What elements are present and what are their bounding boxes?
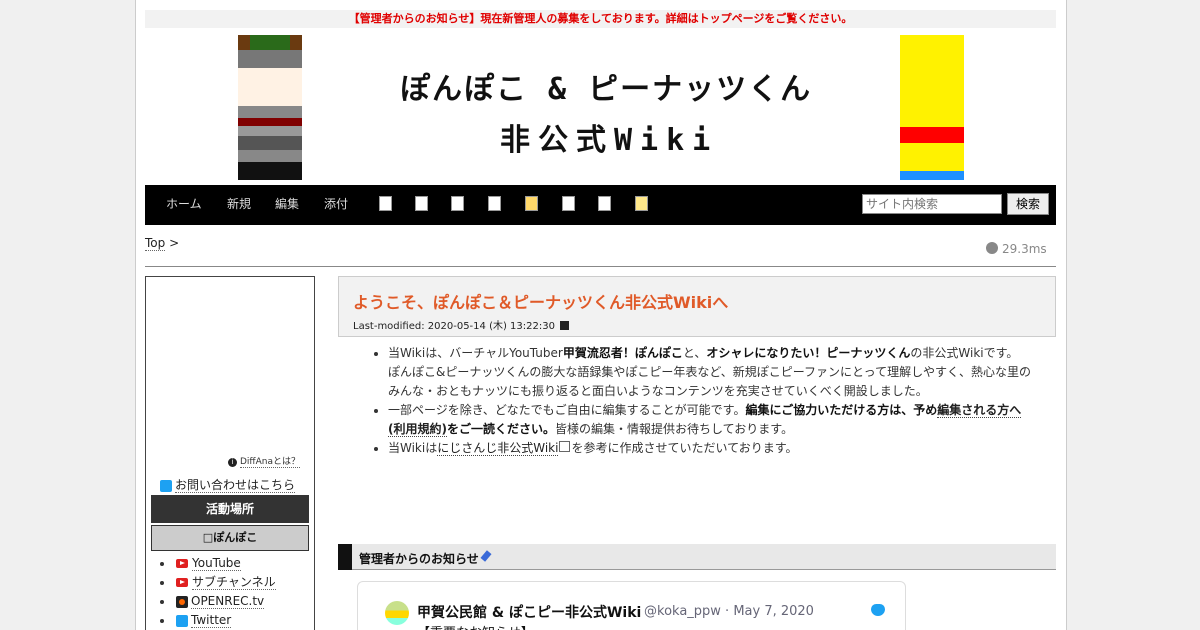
main-content: 当Wikiは、バーチャルYouTuber甲賀流忍者！ぽんぽこと、オシャレになりた…	[378, 344, 1038, 458]
reload-icon[interactable]	[415, 196, 428, 211]
sidebar-section-activity: 活動場所	[151, 495, 309, 523]
admin-notice-section-header: 管理者からのお知らせ	[338, 544, 1056, 570]
edit-policy-thanks: 皆様の編集・情報提供お待ちしております。	[555, 422, 794, 436]
help-icon[interactable]	[635, 196, 648, 211]
edit-policy-bold-end: をご一読ください。	[446, 422, 555, 436]
sidebar-item-subchannel[interactable]: サブチャンネル	[160, 573, 276, 592]
diff-icon[interactable]	[451, 196, 464, 211]
freeze-icon[interactable]	[525, 196, 538, 211]
search-button[interactable]: 検索	[1007, 193, 1049, 215]
nijisanji-wiki-link[interactable]: にじさんじ非公式Wiki	[437, 441, 559, 456]
render-time-value: 29.3ms	[1002, 242, 1047, 256]
nav-bar: ホーム 新規 編集 添付 検索	[145, 185, 1056, 225]
edit-policy-bold: 編集にご協力いただける方は、予め	[745, 403, 938, 417]
recent-changes-icon[interactable]	[598, 196, 611, 211]
twitter-icon	[176, 614, 188, 627]
tweet-handle-date[interactable]: @koka_ppw · May 7, 2020	[644, 604, 814, 619]
section-bar	[338, 544, 352, 570]
nav-edit-link[interactable]: 編集	[275, 195, 299, 212]
sidebar-section-ponpoko[interactable]: □ぽんぽこ	[151, 525, 309, 551]
openrec-icon	[176, 595, 188, 608]
reference-text-end: を参考に作成させていただいております。	[571, 441, 798, 455]
tweet-body: 【重要なお知らせ】	[417, 622, 534, 630]
intro-text: 当Wikiは、バーチャルYouTuber	[388, 346, 563, 360]
last-modified-text: Last-modified: 2020-05-14 (木) 13:22:30	[353, 321, 555, 332]
site-banner[interactable]: ぽんぽこ & ピーナッツくん 非公式Wiki	[145, 30, 1056, 180]
contact-link[interactable]: お問い合わせはこちら	[160, 476, 296, 493]
youtube-icon	[176, 578, 188, 587]
nav-attach-link[interactable]: 添付	[324, 195, 348, 212]
section-title: 管理者からのお知らせ	[359, 550, 492, 567]
embedded-tweet[interactable]: 甲賀公民館 & ぽこピー非公式Wiki @koka_ppw · May 7, 2…	[357, 581, 906, 630]
sidebar-item-youtube[interactable]: YouTube	[160, 554, 276, 573]
peanutskun-name: オシャレになりたい！ピーナッツくん	[706, 346, 911, 360]
breadcrumb-separator: >	[169, 236, 180, 250]
page-title: ようこそ、ぽんぽこ＆ピーナッツくん非公式Wikiへ	[353, 293, 729, 312]
edit-pencil-icon[interactable]	[560, 321, 570, 330]
nav-new-link[interactable]: 新規	[227, 195, 251, 212]
banner-title-line1: ぽんぽこ & ピーナッツくん	[400, 72, 813, 107]
page-sheet: 【管理者からのお知らせ】現在新管理人の募集をしております。詳細はトップページをご…	[135, 0, 1067, 630]
edit-pencil-icon[interactable]	[480, 550, 492, 562]
avatar[interactable]	[385, 601, 409, 625]
nav-home-link[interactable]: ホーム	[166, 195, 202, 212]
sidebar-item-openrec[interactable]: OPENREC.tv	[160, 592, 276, 611]
left-sidebar: i DiffAnaとは？ お問い合わせはこちら 活動場所 □ぽんぽこ YouTub…	[145, 276, 315, 630]
intro-text-end: の非公式Wikiです。	[910, 346, 1019, 360]
tweet-author-name[interactable]: 甲賀公民館 & ぽこピー非公式Wiki	[417, 602, 641, 622]
twitter-icon	[160, 479, 172, 492]
reference-text: 当Wikiは	[388, 441, 438, 455]
external-link-icon	[559, 441, 571, 452]
admin-notice: 【管理者からのお知らせ】現在新管理人の募集をしております。詳細はトップページをご…	[145, 10, 1056, 28]
edit-policy-item: 一部ページを除き、どなたでもご自由に編集することが可能です。編集にご協力いただけ…	[388, 401, 1038, 439]
breadcrumb: Top >	[145, 236, 180, 251]
search-input[interactable]	[862, 194, 1002, 214]
intro-item: 当Wikiは、バーチャルYouTuber甲賀流忍者！ぽんぽこと、オシャレになりた…	[388, 344, 1038, 401]
breadcrumb-top-link[interactable]: Top	[145, 236, 166, 251]
intro-text-join: と、	[682, 346, 707, 360]
ponpoko-name: 甲賀流忍者！ぽんぽこ	[562, 346, 683, 360]
last-modified: Last-modified: 2020-05-14 (木) 13:22:30	[353, 317, 570, 332]
render-time: 29.3ms	[986, 242, 1047, 256]
speedometer-icon	[986, 242, 998, 254]
reference-item: 当Wikiはにじさんじ非公式Wiki を参考に作成させていただいております。	[388, 439, 1038, 458]
backup-icon[interactable]	[488, 196, 501, 211]
sidebar-item-twitter[interactable]: Twitter	[160, 611, 276, 630]
header-divider	[145, 266, 1056, 267]
twitter-bird-icon[interactable]	[871, 604, 885, 616]
info-icon: i	[228, 458, 237, 467]
contact-label: お問い合わせはこちら	[175, 478, 296, 493]
page-list-icon[interactable]	[562, 196, 575, 211]
copy-page-icon[interactable]	[379, 196, 392, 211]
youtube-icon	[176, 559, 188, 568]
sidebar-link-list: YouTube サブチャンネル OPENREC.tv Twitter	[160, 554, 276, 630]
intro-description: ぽんぽこ&ピーナッツくんの膨大な語録集やぽこピー年表など、新規ぽこピーファンにと…	[388, 365, 1031, 398]
page-title-box: ようこそ、ぽんぽこ＆ピーナッツくん非公式Wikiへ Last-modified:…	[338, 276, 1056, 337]
banner-title-line2: 非公式Wiki	[500, 123, 719, 158]
edit-policy-text: 一部ページを除き、どなたでもご自由に編集することが可能です。	[388, 403, 746, 417]
diffana-info[interactable]: i DiffAnaとは？	[228, 454, 301, 468]
diffana-label: DiffAnaとは？	[240, 457, 301, 468]
